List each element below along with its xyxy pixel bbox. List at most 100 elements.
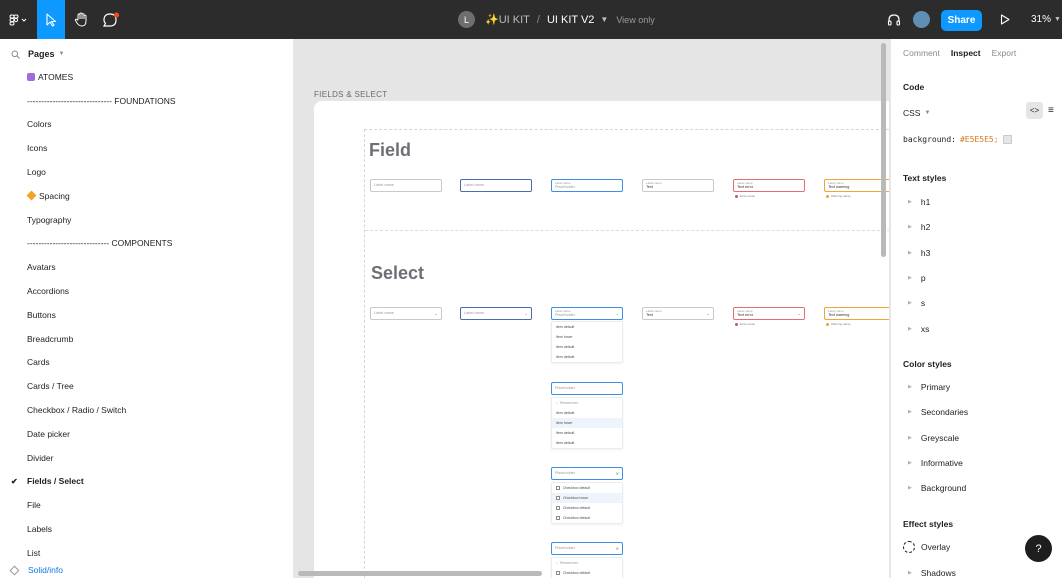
move-tool-button[interactable]: [37, 0, 65, 39]
select-field[interactable]: Label nameText warning⌄: [824, 307, 889, 320]
dropdown-option[interactable]: Item default: [552, 428, 622, 438]
select-field[interactable]: Label name ⌄: [460, 307, 532, 320]
page-item[interactable]: ------------------------------ FOUNDATIO…: [0, 89, 294, 113]
page-item[interactable]: Colors: [0, 113, 294, 137]
text-field[interactable]: Label name: [460, 179, 532, 192]
file-title-group: L ✨UI KIT / UI KIT V2 ▼ View only: [458, 0, 655, 39]
page-item[interactable]: ----------------------------- COMPONENTS: [0, 232, 294, 256]
select-field[interactable]: Label name ⌄: [370, 307, 442, 320]
chevron-down-icon[interactable]: ▼: [59, 51, 65, 57]
project-name[interactable]: ✨UI KIT: [485, 13, 530, 26]
color-style-item[interactable]: ▶ Secondaries: [908, 406, 968, 418]
text-style-item[interactable]: ▶ h3: [908, 247, 930, 259]
dropdown-search[interactable]: ⌕ Rechercher: [552, 558, 622, 568]
page-item[interactable]: Divider: [0, 446, 294, 470]
view-only-badge: View only: [616, 14, 655, 25]
help-button[interactable]: ?: [1025, 535, 1052, 562]
text-style-item[interactable]: ▶ s: [908, 297, 925, 309]
checkbox-option[interactable]: Checkbox hover: [552, 493, 622, 503]
page-item[interactable]: Accordions: [0, 279, 294, 303]
audio-button[interactable]: [883, 0, 905, 39]
dropdown-option[interactable]: Item hover: [552, 418, 622, 428]
search-icon[interactable]: [11, 50, 20, 59]
effect-style-shadows[interactable]: ▶ Shadows: [908, 567, 956, 578]
page-item[interactable]: Icons: [0, 136, 294, 160]
page-item[interactable]: Spacing: [0, 184, 294, 208]
pages-header[interactable]: Pages ▼: [11, 48, 64, 60]
text-field[interactable]: Label name Text error: [733, 179, 805, 192]
tab-comment[interactable]: Comment: [903, 48, 940, 58]
text-field[interactable]: Label name Text warning: [824, 179, 889, 192]
zoom-dropdown[interactable]: 31% ▼: [1031, 0, 1061, 39]
dropdown-option[interactable]: Item default: [552, 352, 622, 362]
select-field[interactable]: Label name Text error ⌄: [733, 307, 805, 320]
page-item[interactable]: File: [0, 493, 294, 517]
page-item[interactable]: Cards / Tree: [0, 374, 294, 398]
page-item[interactable]: Typography: [0, 208, 294, 232]
user-avatar[interactable]: [913, 11, 930, 28]
effect-style-overlay[interactable]: Overlay: [903, 541, 950, 553]
page-label: Buttons: [27, 309, 56, 320]
page-item[interactable]: Logo: [0, 160, 294, 184]
hand-tool-button[interactable]: [66, 0, 96, 39]
color-style-item[interactable]: ▶ Greyscale: [908, 432, 959, 444]
color-style-item[interactable]: ▶ Informative: [908, 457, 963, 469]
page-item[interactable]: Cards: [0, 351, 294, 375]
file-name[interactable]: UI KIT V2: [547, 14, 594, 26]
chevron-down-icon[interactable]: ▼: [600, 15, 608, 24]
text-field[interactable]: Label name: [370, 179, 442, 192]
multiselect-field[interactable]: Placeholder ✕: [551, 467, 623, 480]
color-style-item[interactable]: ▶ Primary: [908, 381, 950, 393]
checkbox-option[interactable]: Checkbox default: [552, 568, 622, 578]
multiselect-search-field[interactable]: Placeholder ✕: [551, 542, 623, 555]
page-item[interactable]: Avatars: [0, 255, 294, 279]
text-style-item[interactable]: ▶ h2: [908, 221, 930, 233]
page-item[interactable]: Date picker: [0, 422, 294, 446]
text-field[interactable]: Label name Placeholder: [551, 179, 623, 192]
text-style-item[interactable]: ▶ p: [908, 272, 926, 284]
page-item[interactable]: Breadcrumb: [0, 327, 294, 351]
dropdown-option[interactable]: Item default: [552, 438, 622, 448]
selected-layer-footer[interactable]: Solid/info: [0, 562, 294, 578]
comment-tool-button[interactable]: [96, 0, 126, 39]
design-canvas[interactable]: FIELDS & SELECT Field Select Label name L…: [295, 39, 889, 578]
helper-label: Warning name: [831, 194, 851, 198]
page-item[interactable]: Buttons: [0, 303, 294, 327]
dropdown-option[interactable]: Item default: [552, 342, 622, 352]
team-avatar[interactable]: L: [458, 11, 475, 28]
color-style-item[interactable]: ▶ Background: [908, 482, 966, 494]
page-label: Cards / Tree: [27, 381, 74, 392]
dropdown-search[interactable]: ⌕ Rechercher: [552, 398, 622, 408]
vertical-scrollbar[interactable]: [881, 43, 886, 257]
list-view-icon[interactable]: ≡: [1048, 105, 1054, 116]
dropdown-option[interactable]: Item default: [552, 322, 622, 332]
horizontal-scrollbar[interactable]: [298, 571, 542, 576]
figma-app: L ✨UI KIT / UI KIT V2 ▼ View only Share …: [0, 0, 1062, 578]
text-style-label: xs: [920, 323, 930, 334]
page-item[interactable]: Labels: [0, 517, 294, 541]
chevron-down-icon: ⌄: [524, 311, 528, 316]
tab-inspect[interactable]: Inspect: [951, 48, 981, 58]
dropdown-option[interactable]: Item default: [552, 408, 622, 418]
tab-export[interactable]: Export: [992, 48, 1017, 58]
select-field[interactable]: Label name Placeholder ⌄: [551, 307, 623, 320]
page-item[interactable]: Checkbox / Radio / Switch: [0, 398, 294, 422]
share-button[interactable]: Share: [941, 10, 982, 31]
text-field[interactable]: Label name Text: [642, 179, 714, 192]
select-search-field[interactable]: Placeholder: [551, 382, 623, 395]
select-field[interactable]: Label name Text ⌄: [642, 307, 714, 320]
zoom-value: 31%: [1031, 14, 1052, 25]
text-style-item[interactable]: ▶ h1: [908, 196, 930, 208]
checkbox-option[interactable]: Checkbox default: [552, 503, 622, 513]
main-menu-button[interactable]: [0, 0, 37, 39]
code-view-toggle[interactable]: <>: [1026, 102, 1043, 119]
checkbox-option[interactable]: Checkbox default: [552, 513, 622, 523]
frame-label[interactable]: FIELDS & SELECT: [314, 90, 387, 99]
text-style-item[interactable]: ▶ xs: [908, 323, 929, 335]
page-item[interactable]: ✔ Fields / Select: [0, 470, 294, 494]
present-button[interactable]: [997, 0, 1013, 39]
css-code-line[interactable]: background: #E5E5E5;: [903, 135, 1012, 144]
page-item[interactable]: ATOMES: [0, 65, 294, 89]
dropdown-option[interactable]: Item hover: [552, 332, 622, 342]
checkbox-option[interactable]: Checkbox default: [552, 483, 622, 493]
